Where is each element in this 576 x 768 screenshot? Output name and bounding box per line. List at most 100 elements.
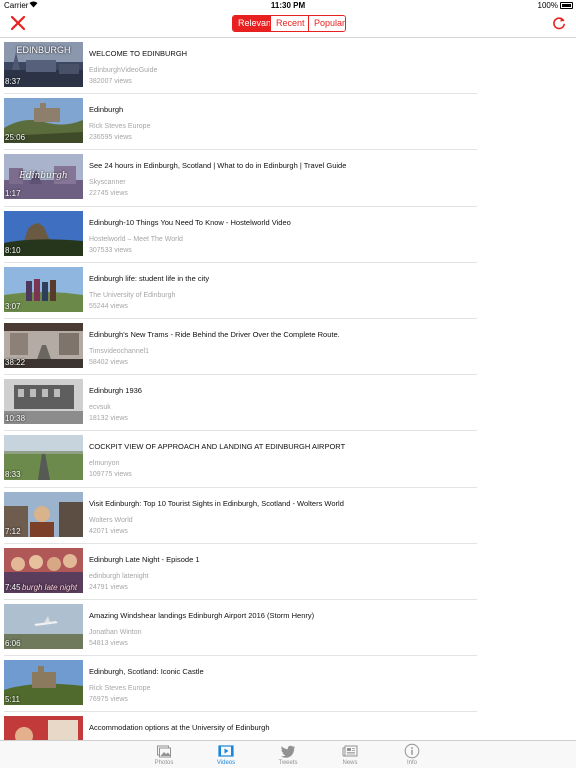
videos-icon <box>218 745 234 757</box>
video-thumbnail: 25:06 <box>4 98 83 144</box>
video-row[interactable]: 5:11 Edinburgh, Scotland: Iconic Castle … <box>0 656 576 713</box>
tab-photos[interactable]: Photos <box>144 743 184 766</box>
video-views: 58402 views <box>89 358 128 366</box>
video-row[interactable]: burgh late night 7:45 Edinburgh Late Nig… <box>0 544 576 600</box>
video-channel: Jonathan Winton <box>89 628 142 636</box>
video-row[interactable]: 38:22 Edinburgh's New Trams - Ride Behin… <box>0 319 576 376</box>
video-thumbnail: 3:07 <box>4 266 83 312</box>
newspaper-icon <box>342 745 358 757</box>
video-channel: Wolters World <box>89 516 133 524</box>
video-duration: 7:12 <box>5 526 21 536</box>
tab-label: Photos <box>154 760 174 766</box>
video-thumbnail: 38:22 <box>4 322 83 368</box>
video-title: Accommodation options at the University … <box>89 723 270 733</box>
video-thumbnail: Edinburgh 1:17 <box>4 154 83 200</box>
twitter-bird-icon <box>280 745 295 758</box>
video-views: 109775 views <box>89 471 132 479</box>
video-list[interactable]: EDINBURGH 8:37 WELCOME TO EDINBURGH Edin… <box>0 38 576 740</box>
battery-percent: 100% <box>537 1 558 10</box>
video-channel: EdinburghVideoGuide <box>89 67 158 74</box>
thumbnail-caption: burgh late night <box>22 582 78 592</box>
video-row[interactable]: EDINBURGH 8:37 WELCOME TO EDINBURGH Edin… <box>0 38 576 95</box>
video-views: 54813 views <box>89 639 128 647</box>
tab-label: Info <box>406 760 417 766</box>
video-thumbnail: 8:10 <box>4 210 83 256</box>
video-thumbnail: 7:12 <box>4 491 83 537</box>
segment-recent[interactable]: Recent <box>270 16 308 31</box>
battery-icon <box>560 2 573 9</box>
video-duration: 38:22 <box>5 357 26 367</box>
segment-popular[interactable]: Popular <box>308 16 345 31</box>
video-title: Edinburgh's New Trams - Ride Behind the … <box>89 329 340 339</box>
video-duration: 3:07 <box>5 301 21 311</box>
close-icon <box>10 15 26 31</box>
video-channel: Timsvideochannel1 <box>89 347 150 355</box>
video-duration: 8:10 <box>5 245 21 255</box>
video-title: Edinburgh Late Night - Episode 1 <box>89 554 200 564</box>
top-toolbar: Relevant Recent Popular <box>0 12 576 38</box>
video-row[interactable]: 8:33 COCKPIT VIEW OF APPROACH AND LANDIN… <box>0 431 576 488</box>
tab-bar: Photos Videos Tweets News Info <box>0 740 576 768</box>
info-icon <box>404 743 420 759</box>
video-row[interactable]: 3:07 Edinburgh life: student life in the… <box>0 263 576 319</box>
video-title: Visit Edinburgh: Top 10 Tourist Sights i… <box>89 498 344 508</box>
video-title: See 24 hours in Edinburgh, Scotland | Wh… <box>89 161 347 171</box>
video-thumbnail: burgh late night 7:45 <box>4 547 83 593</box>
video-views: 307533 views <box>89 246 132 254</box>
video-duration: 5:11 <box>5 695 20 705</box>
video-views: 382007 views <box>89 78 132 85</box>
video-views: 42071 views <box>89 527 128 535</box>
close-button[interactable] <box>9 14 27 32</box>
video-row[interactable]: 25:06 Edinburgh Rick Steves Europe 23659… <box>0 94 576 151</box>
video-thumbnail <box>4 716 83 740</box>
video-title: Edinburgh, Scotland: Iconic Castle <box>89 667 204 677</box>
thumbnail-caption: Edinburgh <box>19 171 68 182</box>
video-row[interactable]: Edinburgh 1:17 See 24 hours in Edinburgh… <box>0 150 576 207</box>
refresh-icon <box>553 17 565 30</box>
segment-relevant[interactable]: Relevant <box>233 16 274 31</box>
photos-icon <box>157 745 171 758</box>
video-row[interactable]: 6:06 Amazing Windshear landings Edinburg… <box>0 600 576 657</box>
video-channel: elmunyon <box>89 460 120 468</box>
video-duration: 10:38 <box>5 414 26 424</box>
tab-videos[interactable]: Videos <box>206 743 246 766</box>
tab-label: Videos <box>216 760 236 766</box>
video-duration: 8:33 <box>5 470 21 480</box>
video-views: 76975 views <box>89 696 128 704</box>
video-title: WELCOME TO EDINBURGH <box>89 49 188 58</box>
status-bar: Carrier 11:30 PM 100% <box>0 0 576 12</box>
video-thumbnail: 6:06 <box>4 603 83 649</box>
video-row[interactable]: Accommodation options at the University … <box>0 712 576 740</box>
video-duration: 1:17 <box>5 189 21 199</box>
video-duration: 8:37 <box>5 77 21 86</box>
video-duration: 25:06 <box>5 133 26 143</box>
video-thumbnail: EDINBURGH 8:37 <box>4 42 83 87</box>
video-row[interactable]: 10:38 Edinburgh 1936 ecvsuk 18132 views <box>0 375 576 432</box>
video-channel: edinburgh latenight <box>89 572 149 580</box>
video-views: 24791 views <box>89 583 128 591</box>
sort-segmented-control: Relevant Recent Popular <box>232 15 346 32</box>
video-channel: ecvsuk <box>89 404 111 412</box>
clock: 11:30 PM <box>270 1 306 10</box>
video-row[interactable]: 7:12 Visit Edinburgh: Top 10 Tourist Sig… <box>0 488 576 544</box>
tab-news[interactable]: News <box>330 743 370 766</box>
video-title: Edinburgh-10 Things You Need To Know - H… <box>89 217 291 227</box>
video-title: Edinburgh 1936 <box>89 386 142 396</box>
video-thumbnail: 5:11 <box>4 660 83 706</box>
video-channel: Rick Steves Europe <box>89 123 151 131</box>
video-views: 55244 views <box>89 302 128 310</box>
refresh-button[interactable] <box>551 15 567 31</box>
video-row[interactable]: 8:10 Edinburgh-10 Things You Need To Kno… <box>0 207 576 263</box>
video-channel: Hostelworld – Meet The World <box>89 235 183 243</box>
video-title: Amazing Windshear landings Edinburgh Air… <box>89 610 315 620</box>
video-channel: Skyscanner <box>89 179 126 187</box>
video-duration: 7:45 <box>5 582 21 592</box>
tab-label: News <box>342 760 358 766</box>
tab-tweets[interactable]: Tweets <box>268 743 308 766</box>
video-title: Edinburgh life: student life in the city <box>89 273 210 283</box>
tab-info[interactable]: Info <box>392 743 432 766</box>
video-views: 22745 views <box>89 190 128 198</box>
thumbnail-caption: EDINBURGH <box>16 45 71 55</box>
video-views: 18132 views <box>89 415 128 423</box>
video-title: COCKPIT VIEW OF APPROACH AND LANDING AT … <box>89 442 346 452</box>
